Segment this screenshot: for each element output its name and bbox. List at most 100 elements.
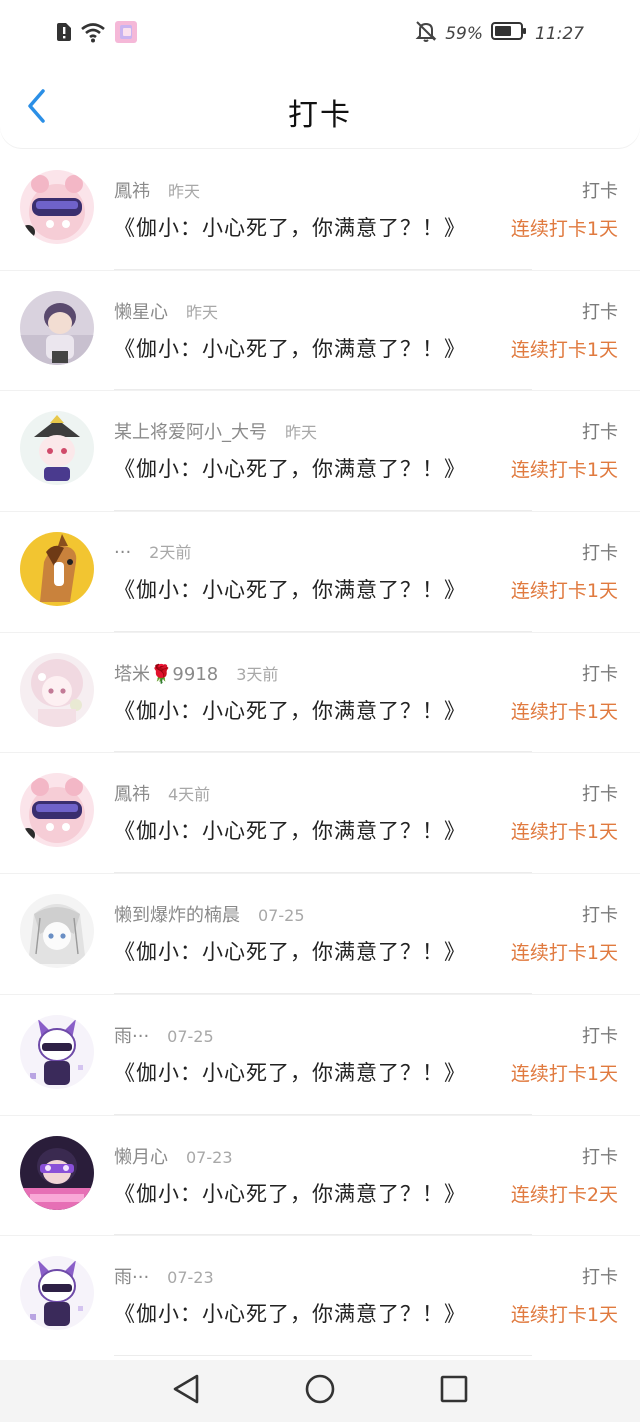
post-time: 07-25 [258, 906, 305, 926]
avatar[interactable] [20, 894, 94, 969]
list-item[interactable]: 懒月心 07-23 打卡 《伽小：小心死了，你满意了？！》 连续打卡2天 [0, 1114, 640, 1236]
post-time: 3天前 [236, 664, 279, 684]
page-title: 打卡 [288, 98, 352, 133]
streak-badge: 连续打卡1天 [510, 1062, 618, 1085]
checkin-message: 《伽小：小心死了，你满意了？！》 [114, 698, 466, 723]
streak-badge: 连续打卡1天 [510, 1304, 618, 1327]
checkin-message: 《伽小：小心死了，你满意了？！》 [114, 819, 466, 844]
list-item[interactable]: 鳳祎 4天前 打卡 《伽小：小心死了，你满意了？！》 连续打卡1天 [0, 752, 640, 874]
battery-percent: 59% [445, 23, 483, 44]
username[interactable]: ··· 2天前 [114, 539, 191, 563]
checkin-message: 《伽小：小心死了，你满意了？！》 [114, 457, 466, 482]
post-time: 07-23 [167, 1268, 214, 1288]
streak-badge: 连续打卡1天 [510, 821, 618, 844]
checkin-tag: 打卡 [582, 543, 618, 565]
list-item[interactable]: ··· 2天前 打卡 《伽小：小心死了，你满意了？！》 连续打卡1天 [0, 511, 640, 632]
avatar[interactable] [20, 652, 94, 727]
avatar[interactable] [20, 1135, 94, 1210]
nav-home-button[interactable] [300, 1371, 340, 1411]
username[interactable]: 雨··· 07-25 [114, 1022, 214, 1048]
username-text[interactable]: 懒月心 [114, 1147, 168, 1168]
system-nav-bar [0, 1360, 640, 1422]
list-item[interactable]: 懒星心 昨天 打卡 《伽小：小心死了，你满意了？！》 连续打卡1天 [0, 269, 640, 391]
checkin-tag: 打卡 [582, 1146, 618, 1168]
avatar[interactable] [20, 290, 94, 365]
divider [114, 1354, 532, 1356]
username-text[interactable]: 某上将爱阿小_大号 [114, 422, 267, 443]
checkin-message: 《伽小：小心死了，你满意了？！》 [114, 1060, 466, 1085]
checkin-tag: 打卡 [582, 422, 618, 444]
list-item[interactable]: 鳳祎 昨天 打卡 《伽小：小心死了，你满意了？！》 连续打卡1天 [0, 150, 640, 270]
avatar[interactable] [20, 532, 94, 607]
username[interactable]: 鳳祎 昨天 [114, 177, 200, 203]
username-text[interactable]: 鳳祎 [114, 784, 150, 805]
post-time: 昨天 [285, 423, 318, 443]
recents-square-icon [439, 1374, 469, 1408]
wifi-icon [80, 21, 106, 47]
streak-badge: 连续打卡1天 [510, 700, 618, 723]
checkin-message: 《伽小：小心死了，你满意了？！》 [114, 578, 466, 603]
status-bar: 59% 11:27 [0, 0, 640, 64]
list-item[interactable]: 雨··· 07-25 打卡 《伽小：小心死了，你满意了？！》 连续打卡1天 [0, 993, 640, 1115]
checkin-message: 《伽小：小心死了，你满意了？！》 [114, 216, 466, 240]
list-item[interactable]: 懒到爆炸的楠晨 07-25 打卡 《伽小：小心死了，你满意了？！》 连续打卡1天 [0, 873, 640, 994]
username[interactable]: 懒星心 昨天 [114, 298, 218, 324]
checkin-tag: 打卡 [582, 301, 618, 323]
list-item[interactable]: 某上将爱阿小_大号 昨天 打卡 《伽小：小心死了，你满意了？！》 连续打卡1天 [0, 390, 640, 512]
username-text[interactable]: 懒到爆炸的楠晨 [114, 905, 240, 926]
avatar[interactable] [20, 1256, 94, 1331]
post-time: 07-25 [167, 1026, 214, 1046]
alert-icon [56, 22, 72, 46]
header: 打卡 [0, 64, 640, 148]
clock: 11:27 [535, 23, 584, 44]
post-time: 4天前 [168, 785, 211, 805]
nav-back-button[interactable] [166, 1371, 206, 1411]
list-item[interactable]: 塔米🌹9918 3天前 打卡 《伽小：小心死了，你满意了？！》 连续打卡1天 [0, 631, 640, 753]
username[interactable]: 懒月心 07-23 [114, 1143, 233, 1169]
streak-badge: 连续打卡1天 [510, 942, 618, 965]
checkin-message: 《伽小：小心死了，你满意了？！》 [114, 1181, 466, 1206]
streak-badge: 连续打卡1天 [510, 580, 618, 603]
post-time: 昨天 [186, 302, 219, 322]
streak-badge: 连续打卡2天 [510, 1183, 618, 1206]
checkin-tag: 打卡 [582, 784, 618, 806]
status-right: 59% 11:27 [415, 20, 584, 47]
checkin-tag: 打卡 [582, 1025, 618, 1047]
app-notification-icon [114, 20, 138, 48]
checkin-tag: 打卡 [582, 1267, 618, 1289]
username[interactable]: 塔米🌹9918 3天前 [114, 660, 278, 686]
username[interactable]: 某上将爱阿小_大号 昨天 [114, 418, 317, 444]
checkin-tag: 打卡 [582, 905, 618, 927]
username-text[interactable]: 雨··· [114, 1267, 149, 1288]
avatar[interactable] [20, 773, 94, 848]
mute-bell-icon [415, 20, 437, 47]
checkin-tag: 打卡 [582, 663, 618, 685]
home-circle-icon [304, 1373, 336, 1409]
post-time: 昨天 [168, 182, 201, 201]
username-text[interactable]: 懒星心 [114, 302, 168, 323]
username-text[interactable]: 塔米🌹9918 [114, 664, 218, 685]
username[interactable]: 雨··· 07-23 [114, 1263, 214, 1289]
checkin-message: 《伽小：小心死了，你满意了？！》 [114, 336, 466, 361]
post-time: 07-23 [186, 1147, 233, 1167]
avatar[interactable] [20, 1014, 94, 1089]
back-triangle-icon [171, 1373, 201, 1409]
streak-badge: 连续打卡1天 [510, 218, 618, 240]
avatar[interactable] [20, 170, 94, 244]
checkin-tag: 打卡 [582, 181, 618, 202]
username[interactable]: 鳳祎 4天前 [114, 780, 210, 806]
battery-icon [491, 21, 527, 46]
nav-recents-button[interactable] [434, 1371, 474, 1411]
streak-badge: 连续打卡1天 [510, 338, 618, 361]
username-text[interactable]: ··· [114, 542, 131, 563]
checkin-message: 《伽小：小心死了，你满意了？！》 [114, 940, 466, 965]
username-text[interactable]: 鳳祎 [114, 181, 150, 202]
checkin-message: 《伽小：小心死了，你满意了？！》 [114, 1302, 466, 1327]
post-time: 2天前 [149, 543, 192, 563]
streak-badge: 连续打卡1天 [510, 459, 618, 482]
username-text[interactable]: 雨··· [114, 1026, 149, 1047]
checkin-list: 鳳祎 昨天 打卡 《伽小：小心死了，你满意了？！》 连续打卡1天 懒星心 昨天 打卡… [0, 150, 640, 1356]
avatar[interactable] [20, 411, 94, 486]
list-item[interactable]: 雨··· 07-23 打卡 《伽小：小心死了，你满意了？！》 连续打卡1天 [0, 1235, 640, 1356]
username[interactable]: 懒到爆炸的楠晨 07-25 [114, 901, 305, 927]
